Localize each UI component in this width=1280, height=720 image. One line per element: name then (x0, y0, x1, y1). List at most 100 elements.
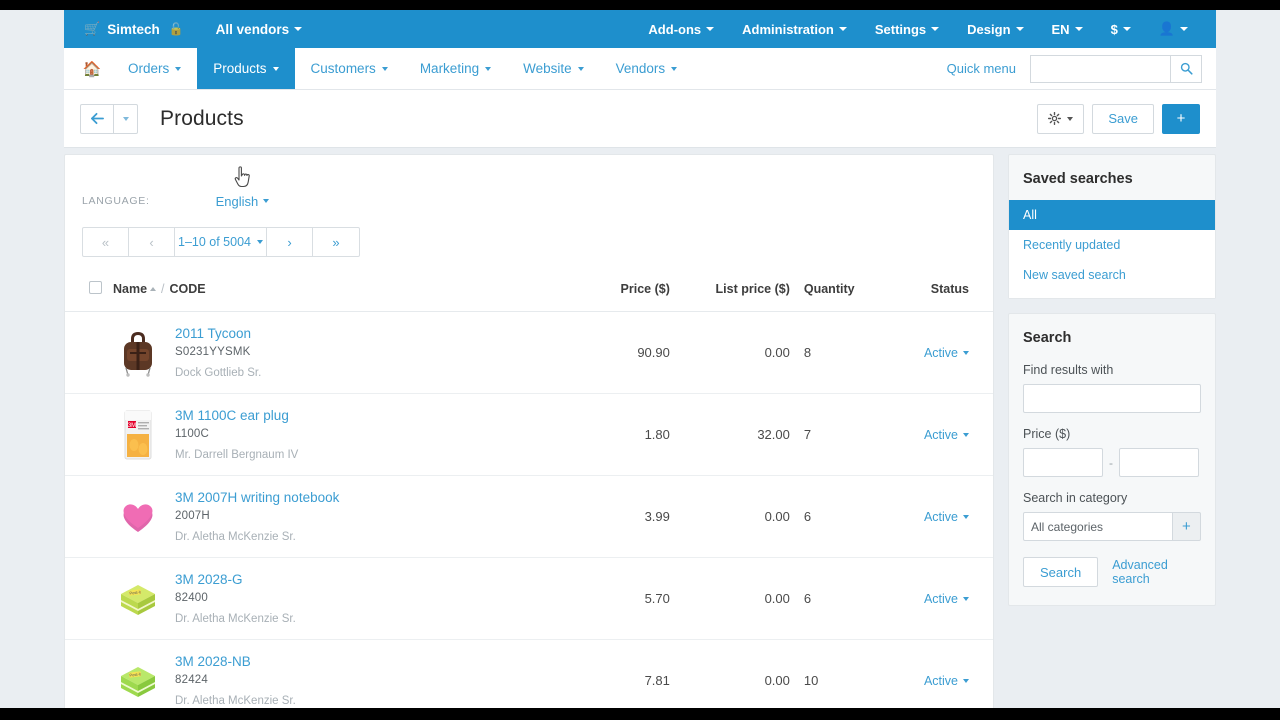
nav-item-label: Website (523, 61, 572, 76)
status-dropdown[interactable]: Active (924, 510, 969, 524)
plus-icon[interactable]: + (1172, 512, 1201, 541)
search-panel-body: Find results with Price ($) - Search in … (1009, 363, 1215, 605)
nav-item-vendors[interactable]: Vendors (600, 48, 694, 89)
home-icon[interactable]: 🏠 (72, 48, 112, 89)
topbar-item-currency[interactable]: $ (1097, 22, 1145, 37)
global-search-input[interactable] (1030, 54, 1170, 83)
products-table-body: 2011 Tycoon S0231YYSMK Dock Gottlieb Sr.… (65, 311, 993, 708)
product-code: S0231YYSMK (175, 346, 251, 358)
gear-icon (1048, 112, 1062, 125)
pagination-last[interactable]: » (313, 228, 359, 256)
product-name-link[interactable]: 3M 1100C ear plug (175, 408, 550, 423)
lock-icon: 🔓 (168, 22, 184, 36)
pagination-prev[interactable]: ‹ (129, 228, 175, 256)
price-to-input[interactable] (1119, 448, 1199, 477)
table-row[interactable]: 3M 3M 1100C ear plug 1100C Mr. Darrell B… (65, 393, 993, 476)
product-quantity: 6 (789, 475, 900, 558)
product-name-link[interactable]: 3M 2028-G (175, 572, 550, 587)
status-dropdown[interactable]: Active (924, 674, 969, 688)
global-search-button[interactable] (1170, 54, 1202, 83)
back-dropdown-button[interactable] (114, 103, 138, 134)
table-row[interactable]: Post-it 3M 2028-NB 82424 Dr. Aletha McKe… (65, 639, 993, 708)
chevron-down-icon (381, 66, 388, 71)
topbar-item-settings[interactable]: Settings (861, 22, 953, 37)
search-panel: Search Find results with Price ($) - Sea… (1008, 313, 1216, 606)
saved-search-item-all[interactable]: All (1009, 200, 1215, 230)
product-price: 90.90 (549, 311, 670, 394)
category-input[interactable] (1023, 512, 1173, 541)
product-code: 82400 (175, 592, 208, 604)
language-dropdown[interactable]: English (216, 194, 270, 209)
row-select-cell (65, 393, 113, 476)
chevron-down-icon (485, 66, 492, 71)
nav-item-label: Orders (128, 61, 170, 76)
select-all-checkbox[interactable] (89, 281, 102, 294)
nav-item-customers[interactable]: Customers (295, 48, 404, 89)
status-dropdown[interactable]: Active (924, 346, 969, 360)
saved-search-item-new[interactable]: New saved search (1009, 260, 1215, 290)
find-results-label: Find results with (1023, 363, 1114, 377)
table-header-row: Name / CODE Price ($) List price ($) Quant… (65, 275, 993, 312)
back-button[interactable] (80, 103, 114, 134)
chevron-down-icon (963, 679, 969, 683)
topbar-item-design[interactable]: Design (953, 22, 1037, 37)
nav-item-label: Marketing (419, 61, 480, 76)
all-vendors-dropdown[interactable]: All vendors (206, 22, 313, 37)
save-button[interactable]: Save (1092, 103, 1154, 134)
pagination-first[interactable]: « (83, 228, 129, 256)
status-header[interactable]: Status (899, 275, 993, 312)
product-name-link[interactable]: 3M 2007H writing notebook (175, 490, 550, 505)
product-code: 82424 (175, 674, 208, 686)
svg-text:3M: 3M (128, 423, 136, 429)
name-header[interactable]: Name / CODE (113, 275, 550, 312)
status-dropdown[interactable]: Active (924, 592, 969, 606)
brand-link[interactable]: 🛒 Simtech 🔓 (76, 21, 192, 37)
advanced-search-link[interactable]: Advanced search (1112, 558, 1201, 586)
global-search-group (1030, 54, 1202, 83)
table-row[interactable]: 3M 2007H writing notebook 2007H Dr. Alet… (65, 475, 993, 558)
list-price-header[interactable]: List price ($) (669, 275, 790, 312)
nav-item-website[interactable]: Website (507, 48, 600, 89)
chevron-down-icon (931, 27, 940, 31)
earplug-package-thumbnail: 3M (115, 409, 161, 461)
row-select-cell (65, 475, 113, 558)
pagination: « ‹ 1–10 of 5004 › » (82, 227, 360, 257)
chevron-down-icon (122, 116, 129, 121)
search-submit-button[interactable]: Search (1023, 557, 1099, 587)
table-row[interactable]: Post-it 3M 2028-G 82400 Dr. Aletha McKen… (65, 557, 993, 640)
product-name-link[interactable]: 3M 2028-NB (175, 654, 550, 669)
chevron-down-icon (272, 66, 279, 71)
topbar-item-administration[interactable]: Administration (728, 22, 861, 37)
sort-ascending-icon (150, 287, 157, 291)
pagination-count-dropdown[interactable]: 1–10 of 5004 (175, 228, 267, 256)
topbar-item-addons[interactable]: Add-ons (634, 22, 728, 37)
nav-item-products[interactable]: Products (197, 48, 295, 89)
topbar-item-account[interactable]: 👤 (1145, 21, 1202, 37)
pagination-count-label: 1–10 of 5004 (178, 235, 251, 249)
pagination-next[interactable]: › (267, 228, 313, 256)
product-list-price: 0.00 (669, 311, 790, 394)
price-from-input[interactable] (1023, 448, 1103, 477)
quick-menu-link[interactable]: Quick menu (947, 61, 1016, 76)
row-select-cell (65, 557, 113, 640)
quantity-header[interactable]: Quantity (789, 275, 900, 312)
nav-item-orders[interactable]: Orders (112, 48, 197, 89)
screenshot-viewport: 🛒 Simtech 🔓 All vendors Add-ons Administ… (0, 0, 1280, 720)
product-status-cell: Active (899, 311, 993, 394)
status-dropdown[interactable]: Active (924, 428, 969, 442)
nav-item-marketing[interactable]: Marketing (404, 48, 507, 89)
chevron-down-icon (963, 351, 969, 355)
product-vendor: Dr. Aletha McKenzie Sr. (175, 613, 296, 625)
settings-dropdown-button[interactable] (1037, 103, 1085, 134)
add-product-button[interactable]: + (1162, 103, 1200, 134)
search-category-label: Search in category (1023, 491, 1128, 505)
saved-search-item-recently-updated[interactable]: Recently updated (1009, 230, 1215, 260)
page-title: Products (160, 106, 244, 130)
chevron-down-icon (671, 66, 678, 71)
price-header[interactable]: Price ($) (549, 275, 670, 312)
table-row[interactable]: 2011 Tycoon S0231YYSMK Dock Gottlieb Sr.… (65, 311, 993, 394)
product-name-link[interactable]: 2011 Tycoon (175, 326, 550, 341)
product-info-cell: 3M 2007H writing notebook 2007H Dr. Alet… (175, 475, 550, 558)
topbar-item-language[interactable]: EN (1038, 22, 1097, 37)
find-results-input[interactable] (1023, 384, 1201, 413)
